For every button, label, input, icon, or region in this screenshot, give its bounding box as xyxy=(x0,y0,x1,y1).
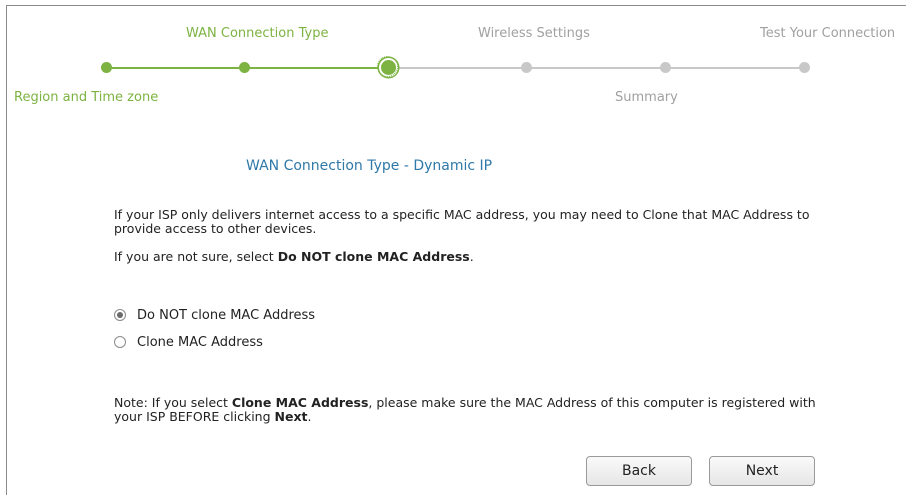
page-title: WAN Connection Type - Dynamic IP xyxy=(246,158,493,174)
step-label-region-time-zone: Region and Time zone xyxy=(14,90,159,105)
note-bold-clone: Clone MAC Address xyxy=(231,395,369,410)
back-button[interactable]: Back xyxy=(586,456,692,486)
next-button[interactable]: Next xyxy=(709,456,815,486)
unsure-text-bold: Do NOT clone MAC Address xyxy=(277,249,470,264)
step-label-test-connection: Test Your Connection xyxy=(760,26,896,41)
progress-step-dot-current xyxy=(377,56,398,77)
radio-no-clone-mac[interactable] xyxy=(114,309,126,321)
radio-no-clone-label: Do NOT clone MAC Address xyxy=(137,307,316,323)
radio-option-clone[interactable]: Clone MAC Address xyxy=(114,333,263,351)
progress-step-dot-1 xyxy=(101,62,112,73)
progress-track-remaining xyxy=(388,67,806,69)
step-label-wan-connection-type: WAN Connection Type xyxy=(186,26,329,41)
note-prefix: Note: If you select xyxy=(114,395,232,410)
unsure-text: If you are not sure, select Do NOT clone… xyxy=(114,250,834,264)
intro-text: If your ISP only delivers internet acces… xyxy=(114,207,810,236)
step-label-summary: Summary xyxy=(615,90,678,105)
progress-step-dot-4 xyxy=(521,62,532,73)
note-bold-next: Next xyxy=(274,409,308,424)
radio-clone-label: Clone MAC Address xyxy=(137,334,263,350)
radio-clone-mac[interactable] xyxy=(114,336,126,348)
progress-step-dot-5 xyxy=(660,62,671,73)
progress-step-dot-2 xyxy=(239,62,250,73)
unsure-text-suffix: . xyxy=(469,249,474,264)
note-text: Note: If you select Clone MAC Address, p… xyxy=(114,396,834,424)
step-label-wireless-settings: Wireless Settings xyxy=(478,26,590,41)
progress-step-dot-6 xyxy=(799,62,810,73)
radio-option-no-clone[interactable]: Do NOT clone MAC Address xyxy=(114,306,315,324)
unsure-text-prefix: If you are not sure, select xyxy=(114,249,278,264)
note-suffix: . xyxy=(307,409,312,424)
